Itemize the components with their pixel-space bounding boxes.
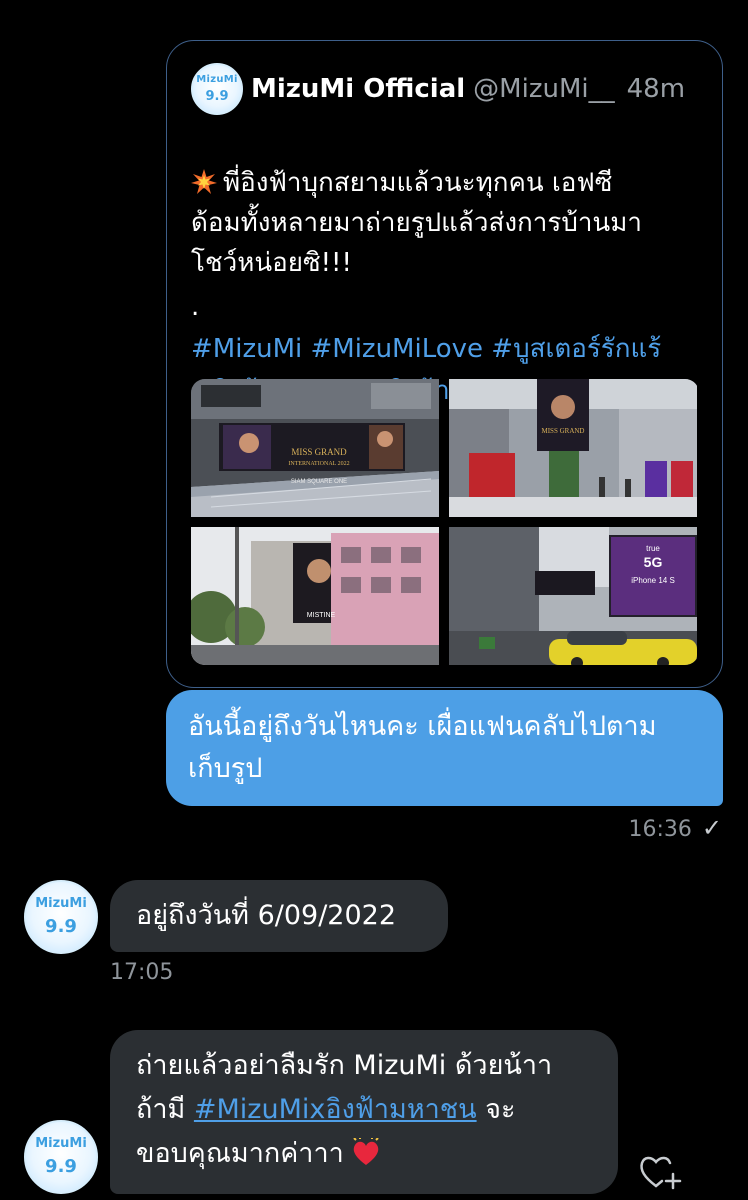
- collision-emoji-icon: [191, 169, 217, 194]
- line-2-suffix: จะ: [476, 1094, 516, 1125]
- avatar-number: 9.9: [45, 916, 77, 937]
- quoted-tweet-card[interactable]: MizuMi 9.9 MizuMi Official @MizuMi__ 48m พ…: [166, 40, 723, 688]
- add-reaction-icon[interactable]: [636, 1148, 684, 1192]
- tweet-photo-2[interactable]: MISS GRAND: [449, 379, 697, 517]
- received-message-text: อยู่ถึงวันที่ 6/09/2022: [136, 900, 397, 931]
- sent-message-time: 16:36: [628, 817, 692, 842]
- billboard-title-text: MISS GRAND: [542, 427, 585, 435]
- ad-5g-text: 5G: [644, 554, 663, 570]
- tweet-photo-4[interactable]: true 5G iPhone 14 S: [449, 527, 697, 665]
- tweet-dot: .: [191, 292, 200, 322]
- sender-avatar[interactable]: MizuMi 9.9: [24, 880, 98, 954]
- received-message-line-1: ถ่ายแล้วอย่าลืมรัก MizuMi ด้วยน้าา: [136, 1050, 553, 1081]
- received-message-line-2: ถ้ามี #MizuMixอิงฟ้ามหาชน จะ: [136, 1088, 592, 1132]
- hashtag-link[interactable]: #MizuMixอิงฟ้ามหาชน: [194, 1094, 477, 1125]
- mall-sign-text: SIAM SQUARE ONE: [291, 479, 347, 485]
- billboard-sub-text: INTERNATIONAL 2022: [288, 461, 349, 467]
- beating-heart-emoji-icon: [353, 1138, 379, 1165]
- billboard-title-text: MISS GRAND: [291, 447, 347, 457]
- tweet-line-3: โชว์หน่อยซิ!!!: [191, 248, 352, 278]
- sent-message-bubble[interactable]: อันนี้อยู่ถึงวันไหนคะ เผื่อแฟนคลับไปตาม …: [166, 690, 723, 806]
- sender-avatar[interactable]: MizuMi 9.9: [24, 1120, 98, 1194]
- line-2-prefix: ถ้ามี: [136, 1094, 194, 1125]
- ad-phone-text: iPhone 14 S: [631, 576, 675, 585]
- sent-message-line-2: เก็บรูป: [188, 753, 263, 784]
- tweet-author-handle[interactable]: @MizuMi__: [473, 74, 614, 104]
- sent-message-line-1: อันนี้อยู่ถึงวันไหนคะ เผื่อแฟนคลับไปตาม: [188, 711, 657, 742]
- avatar-label: MizuMi: [35, 896, 87, 911]
- sent-checkmark-icon: ✓: [701, 814, 722, 842]
- sent-message-meta: 16:36 ✓: [628, 814, 722, 842]
- tweet-line-2: ด้อมทั้งหลายมาถ่ายรูปแล้วส่งการบ้านมา: [191, 208, 642, 238]
- line-3-text: ขอบคุณมากค่าาา: [136, 1138, 344, 1169]
- received-message-line-3: ขอบคุณมากค่าาา: [136, 1132, 592, 1176]
- received-message-time: 17:05: [110, 960, 174, 985]
- tweet-line-1: พี่อิงฟ้าบุกสยามแล้วนะทุกคน เอฟซี: [223, 168, 613, 198]
- received-message-bubble[interactable]: อยู่ถึงวันที่ 6/09/2022: [110, 880, 448, 952]
- tweet-author-name[interactable]: MizuMi Official: [251, 74, 465, 104]
- avatar-number: 9.9: [45, 1156, 77, 1177]
- hashtags-line-1[interactable]: #MizuMi #MizuMiLove #บูสเตอร์รักแร้: [191, 329, 703, 369]
- tweet-photo-3[interactable]: MISTINE: [191, 527, 439, 665]
- tweet-timestamp: 48m: [626, 74, 686, 104]
- tweet-text: พี่อิงฟ้าบุกสยามแล้วนะทุกคน เอฟซี ด้อมทั…: [191, 163, 703, 411]
- avatar-label: MizuMi: [196, 74, 238, 85]
- store-brand-text: MISTINE: [307, 612, 336, 619]
- tweet-photo-1[interactable]: MISS GRAND INTERNATIONAL 2022 SIAM SQUAR…: [191, 379, 439, 517]
- ad-brand-text: true: [646, 544, 660, 553]
- tweet-header: MizuMi Official @MizuMi__ 48m: [251, 69, 685, 109]
- avatar-number: 9.9: [205, 89, 229, 104]
- avatar-label: MizuMi: [35, 1136, 87, 1151]
- tweet-photo-grid: MISS GRAND INTERNATIONAL 2022 SIAM SQUAR…: [191, 379, 699, 665]
- received-message-bubble[interactable]: ถ่ายแล้วอย่าลืมรัก MizuMi ด้วยน้าา ถ้ามี…: [110, 1030, 618, 1194]
- mizumi-avatar[interactable]: MizuMi 9.9: [191, 63, 243, 115]
